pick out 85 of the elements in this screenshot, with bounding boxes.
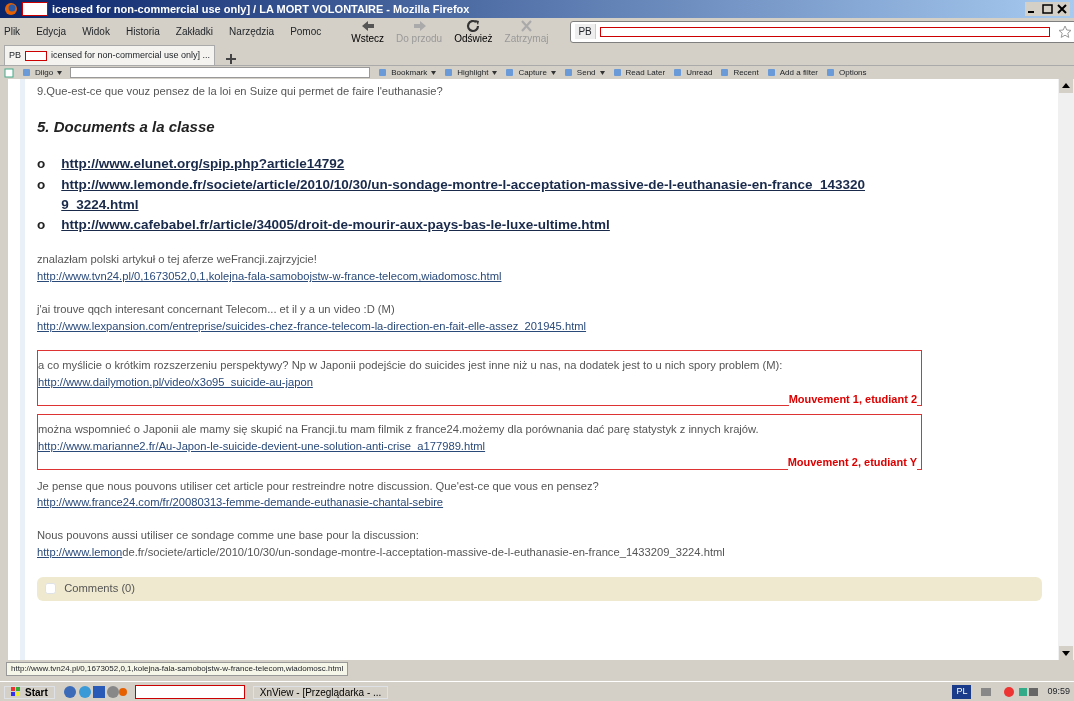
minimize-icon[interactable] <box>1025 2 1040 16</box>
toolbar-icon <box>444 68 454 77</box>
section-heading: 5. Documents a la classe <box>37 116 216 137</box>
toolbar-icon <box>673 68 683 77</box>
caret-icon <box>57 70 63 75</box>
post-link[interactable]: http://www.lexpansion.com/entreprise/suicides-chez-france-telecom-la-direction-en-fait-elle-assez_201945.html <box>37 319 587 332</box>
post-link[interactable]: http://www.france24.com/fr/20080313-femme-demande-euthanasie-chantal-sebire <box>37 496 444 509</box>
toolbar-item[interactable]: Highlight <box>444 66 498 79</box>
post-text: można wspomnieć o Japonii ale mamy się skupić na Francji.tu mam filmik z france24.możemy dla porównania dać parę statystyk z innych krajów. <box>38 422 760 438</box>
document-link[interactable]: http://www.cafebabel.fr/article/34005/droit-de-mourir-aux-pays-bas-le-luxe-ultime.html <box>61 215 610 236</box>
language-indicator: PL <box>952 685 972 699</box>
toolbar-icon <box>720 68 730 77</box>
clock: 09:59 <box>1047 685 1070 699</box>
bullet-mark: o <box>37 175 46 194</box>
toolbar-item[interactable]: Bookmark <box>378 66 437 79</box>
taskbar-window[interactable]: XnView - [Przeglądarka - ... <box>252 685 389 699</box>
post-link[interactable]: http://www.dailymotion.pl/video/x3o95_suicide-au-japon <box>38 376 313 389</box>
post-text: j'ai trouve qqch interesant concernant Telecom... et il y a un video :D (M) <box>37 301 396 317</box>
post-text: Nous pouvons aussi utiliser ce sondage comme une base pour la discussion: <box>37 528 420 544</box>
start-button[interactable]: Start <box>4 685 55 699</box>
site-label: PB <box>9 48 21 62</box>
menu-item[interactable]: Pomoc <box>290 24 322 39</box>
toolbar-icon <box>563 68 573 77</box>
menu-item[interactable]: Edycja <box>36 24 67 39</box>
toolbar-item[interactable]: Add a filter <box>766 66 818 79</box>
forward-icon <box>411 19 427 33</box>
search-field[interactable] <box>70 67 371 78</box>
back-button[interactable]: Wstecz <box>345 19 391 44</box>
maximize-icon[interactable] <box>1040 2 1055 16</box>
post-text: Je pense que nous pouvons utiliser cet article pour restreindre notre discussion. Que'est-ce que vous en pensez? <box>37 478 600 494</box>
toolbar-item[interactable]: Capture <box>505 66 556 79</box>
toolbar-icon <box>612 68 622 77</box>
redaction-box <box>22 2 48 16</box>
reload-button[interactable]: Odśwież <box>448 19 499 44</box>
toolbar-icon <box>766 68 776 77</box>
document-link[interactable]: http://www.elunet.org/spip.php?article14792 <box>61 154 345 175</box>
comments-checkbox[interactable] <box>45 583 57 595</box>
caret-icon <box>431 70 437 75</box>
menu-item[interactable]: Historia <box>125 24 160 39</box>
caret-icon <box>550 70 556 75</box>
bullet-mark: o <box>37 216 46 235</box>
address-bar[interactable]: PB <box>570 20 1074 43</box>
redaction-box <box>25 50 47 61</box>
toolbar-icon <box>378 68 388 77</box>
caret-icon <box>599 70 605 75</box>
browser-icon <box>4 2 18 16</box>
quick-launch-drawing[interactable] <box>62 685 127 699</box>
stop-icon <box>519 19 534 33</box>
toolbar-item[interactable]: Send <box>563 66 605 79</box>
toolbar-icon <box>22 68 31 77</box>
tab-title: icensed for non-commercial use only] ... <box>51 48 211 62</box>
tray-icons-drawing <box>979 686 1040 698</box>
window-title: icensed for non-commercial use only] / LA MORT VOLONTAIRE - Mozilla Firefox <box>52 1 471 17</box>
toolbar-icon <box>505 68 515 77</box>
reload-icon <box>465 19 481 33</box>
plus-icon <box>225 53 238 65</box>
menu-item[interactable]: Narzędzia <box>229 24 275 39</box>
toolbar-item[interactable]: Unread <box>673 66 713 79</box>
toolbar-item[interactable]: Recent <box>720 66 759 79</box>
toolbar-item[interactable]: Read Later <box>612 66 666 79</box>
browser-tab[interactable]: PB icensed for non-commercial use only] ... <box>4 45 216 65</box>
scroll-down-icon[interactable] <box>1059 646 1073 660</box>
toolbar-icon <box>826 68 835 77</box>
post-link[interactable]: http://www.lemon <box>37 546 123 559</box>
bullet-mark: o <box>37 155 46 174</box>
status-url: http://www.tvn24.pl/0,1673052,0,1,kolejna-fala-samobojstw-w-france-telecom,wiadomosc.html <box>6 662 349 676</box>
post-text: a co myślicie o krótkim rozszerzeniu perspektywy? Np w Japonii podejście do suicides jest inne niż u nas, na dodatek jest to u nich spory problem (M): <box>38 358 784 374</box>
star-icon[interactable] <box>1057 24 1072 39</box>
comments-label: Comments (0) <box>64 581 136 597</box>
close-icon[interactable] <box>1055 2 1070 16</box>
toolbar-item[interactable]: Options <box>826 66 867 79</box>
post-link[interactable]: http://www.marianne2.fr/Au-Japon-le-suicide-devient-une-solution-anti-crise_a177989.html <box>38 439 486 452</box>
question-text: 9.Que-est-ce que vouz pensez de la loi en Suize qui permet de faire l'euthanasie? <box>37 84 444 99</box>
back-icon <box>360 19 376 33</box>
scroll-up-icon[interactable] <box>1059 79 1073 93</box>
menu-item[interactable]: Zakładki <box>175 24 214 39</box>
toolbar-item[interactable]: Diigo <box>22 66 63 79</box>
site-label: PB <box>575 24 596 39</box>
windows-icon <box>11 687 21 697</box>
menu-item[interactable]: Plik <box>4 24 21 39</box>
menu-item[interactable]: Widok <box>82 24 110 39</box>
post-link[interactable]: http://www.tvn24.pl/0,1673052,0,1,kolejna-fala-samobojstw-w-france-telecom,wiadomosc.html <box>37 270 502 283</box>
caret-icon <box>492 70 498 75</box>
post-text: znalazłam polski artykuł o tej aferze weFrancji.zajrzyjcie! <box>37 252 318 268</box>
link-tail: de.fr/societe/article/2010/10/30/un-sondage-montre-l-acceptation-massive-de-l-euthanasie-en-france_1433209_3224.html <box>122 546 725 559</box>
